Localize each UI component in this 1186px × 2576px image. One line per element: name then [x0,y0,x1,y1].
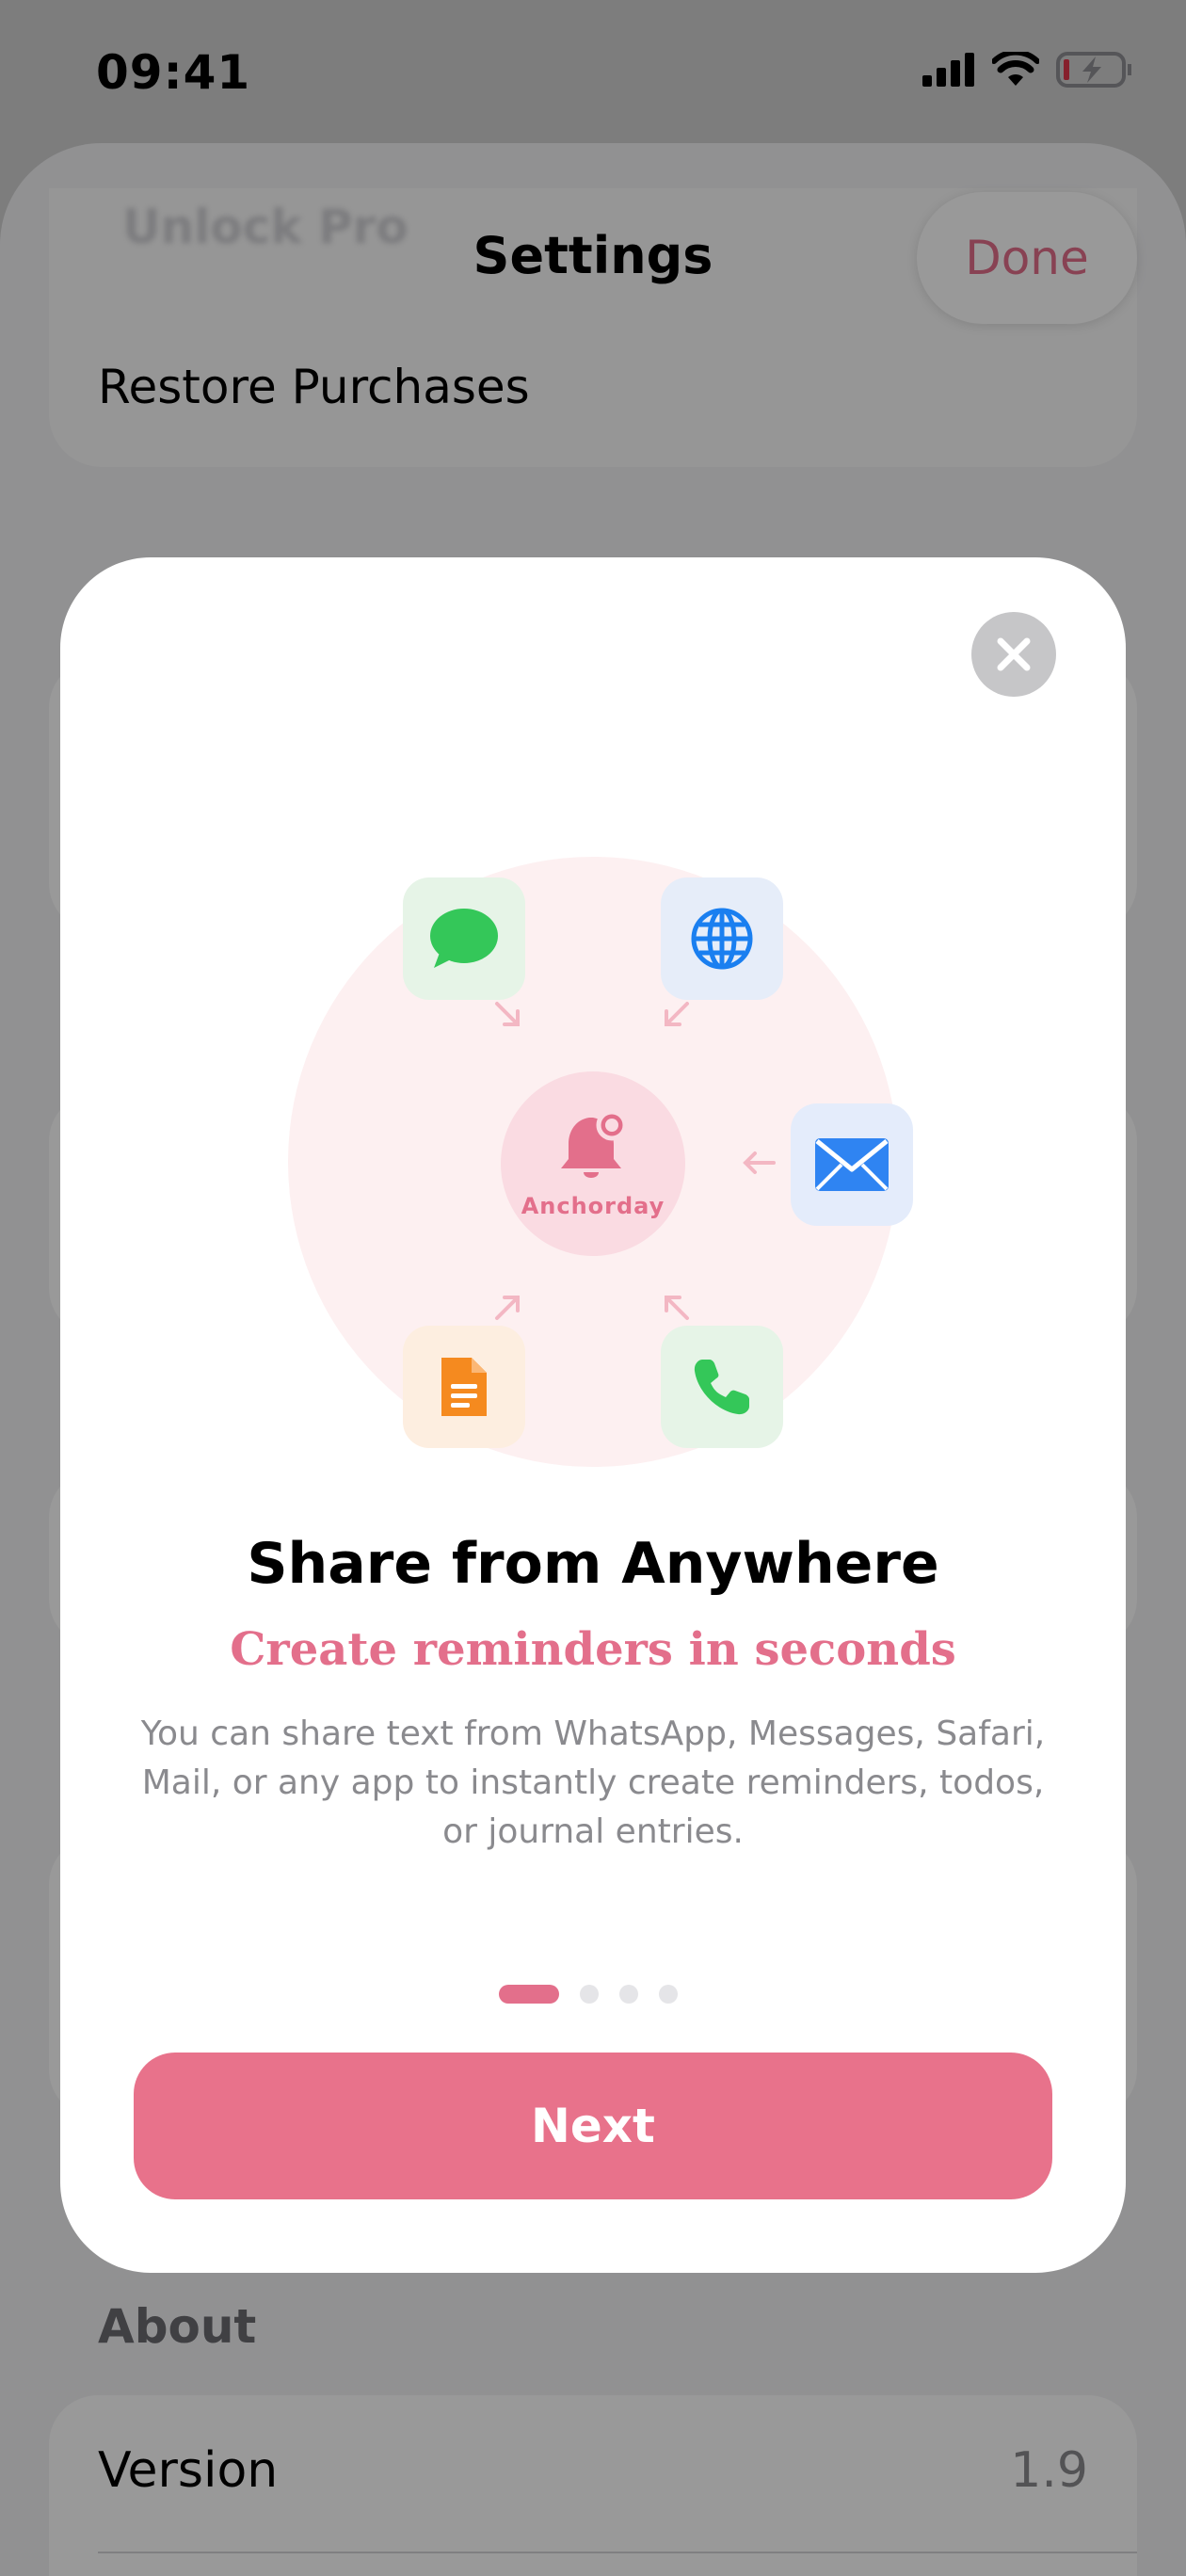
close-button[interactable] [971,612,1056,697]
page-indicator [499,1985,678,2004]
page-dot-active[interactable] [499,1985,559,2004]
mail-icon [815,1138,889,1191]
arrow-icon [495,1002,520,1026]
app-name-label: Anchorday [521,1193,665,1219]
messages-tile [403,877,525,1000]
phone-tile [661,1326,783,1448]
safari-tile [661,877,783,1000]
anchorday-hub: Anchorday [501,1071,685,1256]
arrow-icon [665,1002,689,1026]
notes-tile [403,1326,525,1448]
messages-icon [430,909,498,968]
bell-icon [561,1109,628,1178]
arrow-icon [665,1296,689,1320]
onboarding-title: Share from Anywhere [247,1531,939,1597]
notes-document-icon [441,1358,487,1416]
page-dot[interactable] [619,1985,638,2004]
arrow-icon [495,1296,520,1320]
mail-tile [791,1103,913,1226]
page-dot[interactable] [580,1985,599,2004]
onboarding-description: You can share text from WhatsApp, Messag… [140,1715,1046,1851]
onboarding-subtitle: Create reminders in seconds [230,1623,956,1676]
arrow-icon [743,1151,776,1174]
phone-icon [694,1360,749,1415]
safari-globe-icon [691,908,753,970]
page-dot[interactable] [659,1985,678,2004]
close-icon [997,637,1031,671]
next-button[interactable]: Next [134,2053,1052,2199]
